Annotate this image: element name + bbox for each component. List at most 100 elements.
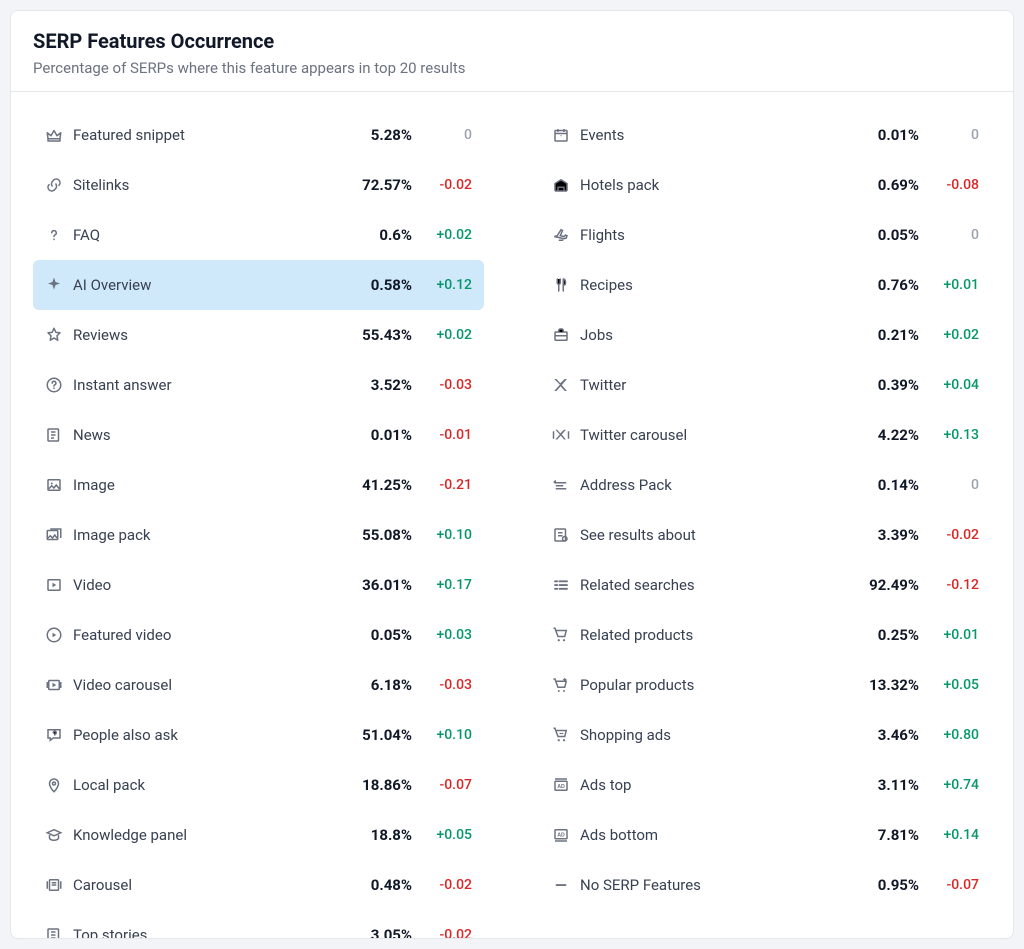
feature-row-featured-video[interactable]: Featured video0.05%+0.03 (33, 610, 484, 660)
feature-percentage: 0.95% (831, 876, 919, 894)
xlogo-icon (550, 374, 572, 396)
feature-percentage: 5.28% (324, 126, 412, 144)
feature-percentage: 4.22% (831, 426, 919, 444)
feature-percentage: 55.08% (324, 526, 412, 544)
feature-delta: -0.03 (412, 677, 472, 693)
feature-label: FAQ (73, 226, 324, 244)
fork-icon (550, 274, 572, 296)
feature-percentage: 6.18% (324, 676, 412, 694)
results-icon (550, 524, 572, 546)
adsbottom-icon (550, 824, 572, 846)
feature-percentage: 0.6% (324, 226, 412, 244)
feature-row-people-also-ask[interactable]: People also ask51.04%+0.10 (33, 710, 484, 760)
feature-row-ads-bottom[interactable]: Ads bottom7.81%+0.14 (540, 810, 991, 860)
feature-row-top-stories[interactable]: Top stories3.05%-0.02 (33, 910, 484, 939)
feature-delta: 0 (919, 227, 979, 243)
feature-percentage: 0.39% (831, 376, 919, 394)
feature-label: Address Pack (580, 476, 831, 494)
feature-row-instant-answer[interactable]: Instant answer3.52%-0.03 (33, 360, 484, 410)
link-icon (43, 174, 65, 196)
feature-row-see-results-about[interactable]: See results about3.39%-0.02 (540, 510, 991, 560)
feature-label: Top stories (73, 926, 324, 939)
feature-row-twitter-carousel[interactable]: Twitter carousel4.22%+0.13 (540, 410, 991, 460)
feature-delta: 0 (919, 477, 979, 493)
feature-row-featured-snippet[interactable]: Featured snippet5.28%0 (33, 110, 484, 160)
feature-row-shopping-ads[interactable]: Shopping ads3.46%+0.80 (540, 710, 991, 760)
feature-label: Reviews (73, 326, 324, 344)
feature-percentage: 0.01% (324, 426, 412, 444)
feature-row-hotels-pack[interactable]: Hotels pack0.69%-0.08 (540, 160, 991, 210)
feature-label: Flights (580, 226, 831, 244)
feature-percentage: 41.25% (324, 476, 412, 494)
related-icon (550, 574, 572, 596)
feature-label: Carousel (73, 876, 324, 894)
feature-label: Featured snippet (73, 126, 324, 144)
feature-delta: +0.05 (919, 677, 979, 693)
feature-row-video[interactable]: Video36.01%+0.17 (33, 560, 484, 610)
feature-delta: -0.12 (919, 577, 979, 593)
feature-label: People also ask (73, 726, 324, 744)
feature-row-sitelinks[interactable]: Sitelinks72.57%-0.02 (33, 160, 484, 210)
cartstar-icon (550, 674, 572, 696)
feature-row-video-carousel[interactable]: Video carousel6.18%-0.03 (33, 660, 484, 710)
topstories-icon (43, 924, 65, 939)
feature-delta: +0.12 (412, 277, 472, 293)
feature-label: Recipes (580, 276, 831, 294)
feature-delta: -0.03 (412, 377, 472, 393)
feature-label: Twitter carousel (580, 426, 831, 444)
feature-row-recipes[interactable]: Recipes0.76%+0.01 (540, 260, 991, 310)
cap-icon (43, 824, 65, 846)
feature-row-related-searches[interactable]: Related searches92.49%-0.12 (540, 560, 991, 610)
feature-delta: +0.01 (919, 277, 979, 293)
feature-row-news[interactable]: News0.01%-0.01 (33, 410, 484, 460)
play-icon (43, 574, 65, 596)
feature-delta: +0.10 (412, 527, 472, 543)
feature-row-ads-top[interactable]: Ads top3.11%+0.74 (540, 760, 991, 810)
image-icon (43, 474, 65, 496)
feature-delta: +0.05 (412, 827, 472, 843)
feature-percentage: 13.32% (831, 676, 919, 694)
feature-label: Hotels pack (580, 176, 831, 194)
feature-delta: +0.74 (919, 777, 979, 793)
feature-row-flights[interactable]: Flights0.05%0 (540, 210, 991, 260)
feature-delta: -0.21 (412, 477, 472, 493)
feature-row-ai-overview[interactable]: AI Overview0.58%+0.12 (33, 260, 484, 310)
cart-icon (550, 624, 572, 646)
videocarousel-icon (43, 674, 65, 696)
feature-label: Featured video (73, 626, 324, 644)
feature-row-local-pack[interactable]: Local pack18.86%-0.07 (33, 760, 484, 810)
feature-label: Ads bottom (580, 826, 831, 844)
feature-label: Ads top (580, 776, 831, 794)
feature-row-reviews[interactable]: Reviews55.43%+0.02 (33, 310, 484, 360)
feature-row-popular-products[interactable]: Popular products13.32%+0.05 (540, 660, 991, 710)
xcarousel-icon (550, 424, 572, 446)
feature-percentage: 18.86% (324, 776, 412, 794)
feature-label: Image pack (73, 526, 324, 544)
feature-row-events[interactable]: Events0.01%0 (540, 110, 991, 160)
feature-delta: +0.02 (412, 327, 472, 343)
carousel-icon (43, 874, 65, 896)
feature-label: AI Overview (73, 276, 324, 294)
feature-percentage: 0.05% (831, 226, 919, 244)
shopping-icon (550, 724, 572, 746)
feature-row-related-products[interactable]: Related products0.25%+0.01 (540, 610, 991, 660)
feature-row-image-pack[interactable]: Image pack55.08%+0.10 (33, 510, 484, 560)
feature-row-twitter[interactable]: Twitter0.39%+0.04 (540, 360, 991, 410)
feature-percentage: 3.46% (831, 726, 919, 744)
feature-delta: -0.02 (412, 177, 472, 193)
feature-label: Related searches (580, 576, 831, 594)
feature-row-carousel[interactable]: Carousel0.48%-0.02 (33, 860, 484, 910)
feature-percentage: 3.05% (324, 926, 412, 939)
feature-percentage: 51.04% (324, 726, 412, 744)
feature-row-image[interactable]: Image41.25%-0.21 (33, 460, 484, 510)
feature-row-faq[interactable]: FAQ0.6%+0.02 (33, 210, 484, 260)
feature-delta: +0.14 (919, 827, 979, 843)
feature-row-no-serp-features[interactable]: No SERP Features0.95%-0.07 (540, 860, 991, 910)
feature-percentage: 92.49% (831, 576, 919, 594)
feature-row-address-pack[interactable]: Address Pack0.14%0 (540, 460, 991, 510)
feature-percentage: 0.69% (831, 176, 919, 194)
feature-row-jobs[interactable]: Jobs0.21%+0.02 (540, 310, 991, 360)
feature-percentage: 3.11% (831, 776, 919, 794)
feature-row-knowledge-panel[interactable]: Knowledge panel18.8%+0.05 (33, 810, 484, 860)
feature-delta: -0.01 (412, 427, 472, 443)
